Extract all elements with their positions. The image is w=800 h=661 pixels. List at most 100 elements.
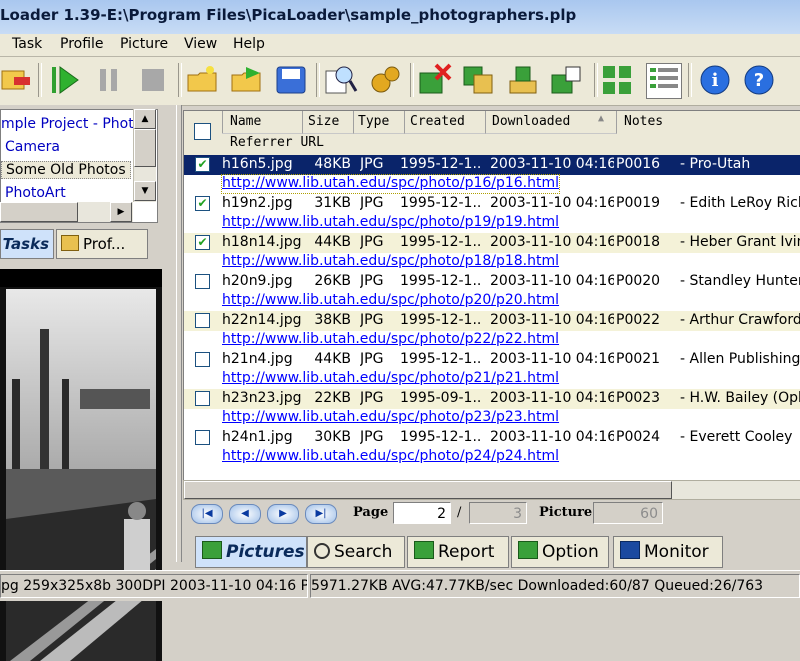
cell-created: 1995-12-1... — [400, 195, 482, 211]
referrer-url-link[interactable]: http://www.lib.utah.edu/spc/photo/p21/p2… — [222, 370, 559, 388]
stop-icon[interactable] — [136, 63, 170, 97]
cell-size: 22KB — [314, 390, 351, 406]
table-row[interactable]: h22n14.jpg 38KB JPG 1995-12-1... 2003-11-10 … — [184, 311, 800, 350]
tab-search[interactable]: Search — [307, 536, 405, 568]
table-row[interactable]: h21n4.jpg 44KB JPG 1995-12-1... 2003-11-10 0… — [184, 350, 800, 389]
move-down-icon[interactable] — [506, 63, 540, 97]
tree-horizontal-scrollbar[interactable]: ▶ — [0, 202, 133, 222]
cell-notes: - H.W. Bailey (Oph — [680, 390, 800, 406]
referrer-url-link[interactable]: http://www.lib.utah.edu/spc/photo/p20/p2… — [222, 292, 559, 310]
row-main-line[interactable]: ✔ h16n5.jpg 48KB JPG 1995-12-1... 2003-11-10 … — [184, 155, 800, 175]
export-icon[interactable] — [230, 63, 264, 97]
select-all-checkbox[interactable] — [194, 123, 211, 140]
page-input[interactable]: 2 — [393, 502, 451, 524]
previous-page-icon[interactable]: ◀ — [229, 504, 261, 524]
menu-picture[interactable]: Picture — [120, 36, 168, 52]
cell-type: JPG — [360, 429, 384, 445]
detail-view-icon[interactable] — [646, 63, 682, 99]
tree-item-camera[interactable]: Camera — [5, 139, 60, 155]
tab-monitor[interactable]: Monitor — [613, 536, 723, 568]
find-icon[interactable] — [324, 63, 358, 97]
tree-vertical-scrollbar[interactable]: ▲ ▼ — [133, 109, 156, 202]
referrer-url-link[interactable]: http://www.lib.utah.edu/spc/photo/p23/p2… — [222, 409, 559, 427]
referrer-url-link[interactable]: http://www.lib.utah.edu/spc/photo/p24/p2… — [222, 448, 559, 466]
next-page-icon[interactable]: ▶ — [267, 504, 299, 524]
table-row[interactable]: ✔ h18n14.jpg 44KB JPG 1995-12-1... 2003-11-10… — [184, 233, 800, 272]
tree-item-some-old-photos[interactable]: Some Old Photos — [1, 161, 131, 179]
about-icon[interactable]: i — [698, 63, 732, 97]
row-checkbox[interactable]: ✔ — [195, 157, 210, 172]
row-main-line[interactable]: ✔ h19n2.jpg 31KB JPG 1995-12-1... 2003-11-10 … — [184, 194, 800, 214]
start-icon[interactable] — [48, 63, 82, 97]
table-row[interactable]: h20n9.jpg 26KB JPG 1995-12-1... 2003-11-10 0… — [184, 272, 800, 311]
column-header-notes[interactable]: Notes — [624, 114, 663, 129]
row-checkbox[interactable] — [195, 313, 210, 328]
save-icon[interactable] — [274, 63, 308, 97]
column-header-referrer[interactable]: Referrer URL — [230, 135, 324, 150]
menu-help[interactable]: Help — [233, 36, 265, 52]
row-main-line[interactable]: h21n4.jpg 44KB JPG 1995-12-1... 2003-11-10 0… — [184, 350, 800, 370]
menu-profile[interactable]: Profile — [60, 36, 104, 52]
scroll-right-arrow-icon[interactable]: ▶ — [110, 202, 132, 222]
tab-pictures-label: Pictures — [226, 542, 305, 562]
cell-type: JPG — [360, 273, 384, 289]
row-checkbox[interactable]: ✔ — [195, 235, 210, 250]
tab-pictures[interactable]: Pictures — [195, 536, 307, 568]
tree-item-photoart[interactable]: PhotoArt — [5, 185, 66, 201]
scroll-thumb[interactable] — [0, 202, 78, 222]
menu-task[interactable]: Task — [12, 36, 42, 52]
column-created[interactable] — [405, 111, 486, 134]
pane-splitter[interactable] — [176, 105, 182, 562]
row-main-line[interactable]: h24n1.jpg 30KB JPG 1995-12-1... 2003-11-10 0… — [184, 428, 800, 448]
help-icon[interactable]: ? — [742, 63, 776, 97]
tab-tasks-label: Tasks — [2, 235, 49, 253]
tab-report[interactable]: Report — [407, 536, 509, 568]
last-page-icon[interactable]: ▶| — [305, 504, 337, 524]
column-type[interactable] — [354, 111, 405, 134]
cell-notes: - Pro-Utah — [680, 156, 751, 172]
copy-icon[interactable] — [462, 63, 496, 97]
new-task-icon[interactable] — [0, 63, 34, 97]
table-row[interactable]: h24n1.jpg 30KB JPG 1995-12-1... 2003-11-10 0… — [184, 428, 800, 467]
row-checkbox[interactable] — [195, 352, 210, 367]
column-name[interactable] — [222, 111, 303, 134]
pictures-icon — [202, 541, 222, 559]
table-row[interactable]: ✔ h19n2.jpg 31KB JPG 1995-12-1... 2003-11-10 … — [184, 194, 800, 233]
cell-type: JPG — [360, 390, 384, 406]
referrer-url-link[interactable]: http://www.lib.utah.edu/spc/photo/p19/p1… — [222, 214, 559, 232]
row-checkbox[interactable] — [195, 430, 210, 445]
referrer-url-link[interactable]: http://www.lib.utah.edu/spc/photo/p18/p1… — [222, 253, 559, 271]
referrer-url-link[interactable]: http://www.lib.utah.edu/spc/photo/p22/p2… — [222, 331, 559, 349]
row-main-line[interactable]: h22n14.jpg 38KB JPG 1995-12-1... 2003-11-10 … — [184, 311, 800, 331]
cell-name: h18n14.jpg — [222, 234, 302, 250]
delete-icon[interactable] — [418, 63, 452, 97]
row-checkbox[interactable] — [195, 274, 210, 289]
toolbar-separator — [316, 63, 320, 97]
table-row[interactable]: h23n23.jpg 22KB JPG 1995-09-1... 2003-11-10 … — [184, 389, 800, 428]
open-folder-icon[interactable] — [186, 63, 220, 97]
menu-view[interactable]: View — [184, 36, 217, 52]
pause-icon[interactable] — [92, 63, 126, 97]
tree-item-project[interactable]: mple Project - Photo — [1, 116, 142, 132]
scroll-down-arrow-icon[interactable]: ▼ — [134, 181, 156, 201]
settings-icon[interactable] — [368, 63, 402, 97]
scroll-thumb[interactable] — [134, 129, 156, 167]
row-checkbox[interactable] — [195, 391, 210, 406]
table-row[interactable]: ✔ h16n5.jpg 48KB JPG 1995-12-1... 2003-11-10 … — [184, 155, 800, 194]
scroll-up-arrow-icon[interactable]: ▲ — [134, 109, 156, 129]
row-main-line[interactable]: h23n23.jpg 22KB JPG 1995-09-1... 2003-11-10 … — [184, 389, 800, 409]
row-main-line[interactable]: ✔ h18n14.jpg 44KB JPG 1995-12-1... 2003-11-10… — [184, 233, 800, 253]
move-up-icon[interactable] — [550, 63, 584, 97]
first-page-icon[interactable]: |◀ — [191, 504, 223, 524]
tab-tasks[interactable]: Tasks — [0, 229, 54, 259]
grid-horizontal-scrollbar[interactable] — [183, 480, 800, 500]
tab-profile[interactable]: Prof... — [56, 229, 148, 259]
tab-option[interactable]: Option — [511, 536, 609, 568]
referrer-url-link[interactable]: http://www.lib.utah.edu/spc/photo/p16/p1… — [220, 174, 561, 194]
scroll-thumb[interactable] — [184, 481, 672, 499]
column-size[interactable] — [303, 111, 354, 134]
thumbnail-view-icon[interactable] — [600, 63, 634, 97]
column-downloaded[interactable] — [486, 111, 617, 134]
row-main-line[interactable]: h20n9.jpg 26KB JPG 1995-12-1... 2003-11-10 0… — [184, 272, 800, 292]
row-checkbox[interactable]: ✔ — [195, 196, 210, 211]
